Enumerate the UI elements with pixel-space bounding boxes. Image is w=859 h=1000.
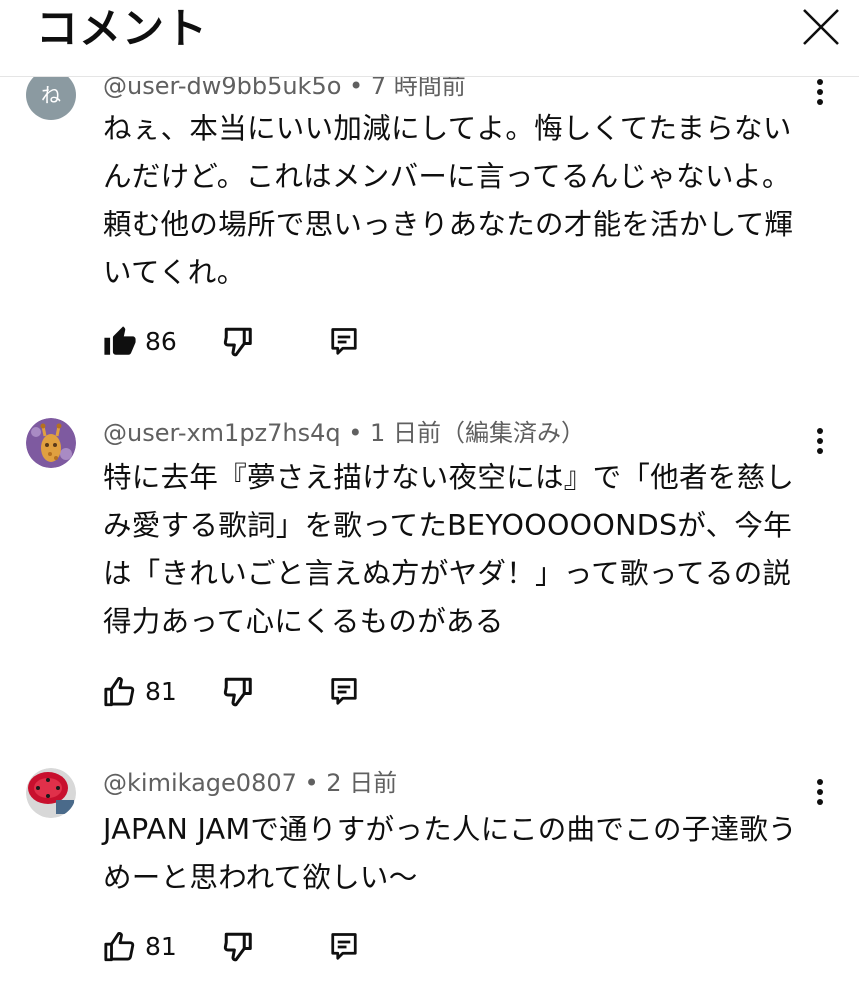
giraffe-avatar[interactable]: [26, 418, 76, 468]
comments-panel: ね @user-dw9bb5uk5o • 7 時間前 ねぇ、本当にいい加減にして…: [0, 0, 859, 1000]
thumb-down-icon[interactable]: [221, 674, 257, 710]
like-count: 81: [145, 932, 177, 961]
like-count: 81: [145, 677, 177, 706]
thumb-down-icon[interactable]: [221, 929, 257, 965]
comment-author-meta[interactable]: @user-xm1pz7hs4q • 1 日前（編集済み）: [103, 418, 585, 448]
reply-icon[interactable]: [329, 324, 359, 360]
page-title: コメント: [36, 4, 209, 53]
thumb-up-filled-icon: [104, 326, 136, 355]
comment-text: JAPAN JAMで通りすがった人にこの曲でこの子達歌うめーと思われて欲しい〜: [103, 813, 797, 894]
avatar[interactable]: ね: [26, 70, 76, 120]
close-icon[interactable]: [796, 2, 846, 52]
like-count: 86: [145, 327, 177, 356]
comments-header: コメント: [0, 0, 859, 77]
comment-actions: 86: [103, 322, 503, 362]
more-options-icon[interactable]: [808, 777, 832, 807]
like-button[interactable]: 81: [103, 927, 203, 967]
like-button[interactable]: 81: [103, 672, 203, 712]
comment-actions: 81: [103, 672, 503, 712]
red-drum-avatar[interactable]: [26, 768, 76, 818]
comment-actions: 81: [103, 927, 503, 967]
like-button[interactable]: 86: [103, 322, 203, 362]
reply-icon[interactable]: [329, 929, 359, 965]
comment-author-meta[interactable]: @kimikage0807 • 2 日前: [103, 768, 397, 798]
more-options-icon[interactable]: [808, 426, 832, 456]
thumb-up-icon: [104, 932, 135, 962]
comment-text: ねぇ、本当にいい加減にしてよ。悔しくてたまらないんだけど。これはメンバーに言って…: [103, 112, 794, 289]
comment-text: 特に去年『夢さえ描けない夜空には』で「他者を慈しみ愛する歌詞」を歌ってたBEYO…: [103, 461, 795, 638]
thumb-up-icon: [104, 677, 135, 707]
more-options-icon[interactable]: [808, 77, 832, 107]
reply-icon[interactable]: [329, 674, 359, 710]
thumb-down-icon[interactable]: [221, 324, 257, 360]
